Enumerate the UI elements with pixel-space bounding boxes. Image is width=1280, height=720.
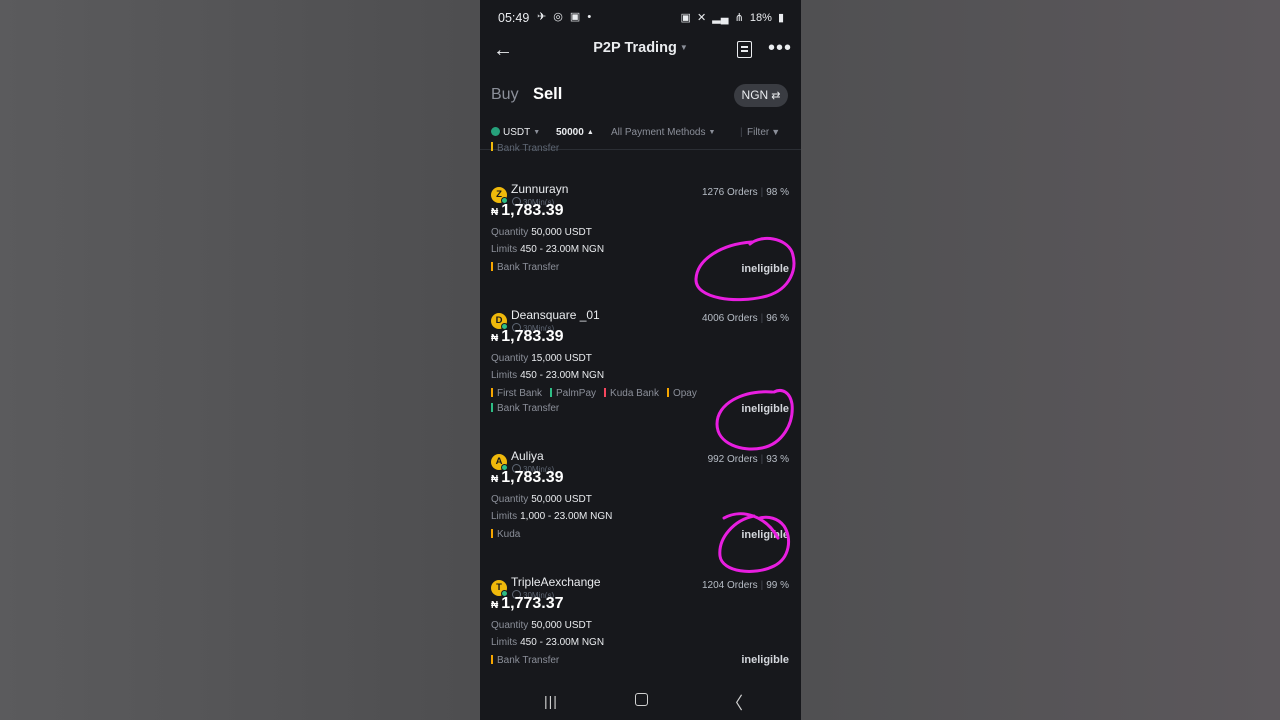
tab-buy[interactable]: Buy: [491, 86, 519, 104]
merchant-avatar[interactable]: T: [491, 580, 508, 597]
ineligible-label[interactable]: ineligible: [741, 403, 789, 415]
ad-card[interactable]: Z Zunnurayn 30Min(s) 1276 Orders | 98 % ₦ 1,783…: [480, 180, 801, 290]
ad-card[interactable]: T TripleAexchange 30Min(s) 1204 Orders | 99 %…: [480, 573, 801, 683]
notification-icons: ✈ ◎ ▣ •: [537, 11, 594, 23]
merchant-name[interactable]: TripleAexchange: [511, 575, 601, 589]
signal-icon: ▂▄: [712, 12, 729, 24]
payment-methods: Bank Transfer: [491, 260, 721, 275]
merchant-name[interactable]: Auliya: [511, 449, 544, 463]
top-bar: ← P2P Trading ▼ •••: [480, 36, 801, 66]
merchant-stats: 1276 Orders | 98 %: [702, 187, 789, 198]
more-options-icon[interactable]: •••: [768, 36, 792, 60]
payment-methods: First Bank PalmPay Kuda Bank Opay Bank Trans…: [491, 386, 721, 416]
battery-icon: ▮: [777, 12, 784, 24]
ad-limits: Limits 1,000 - 23.00M NGN: [491, 511, 613, 522]
ad-price: ₦ 1,783.39: [491, 202, 564, 219]
status-bar: 05:49 ✈ ◎ ▣ • ▣ ✕ ▂▄ ⋔ 18% ▮: [480, 0, 801, 36]
mute-icon: ✕: [696, 12, 707, 24]
recent-apps-icon[interactable]: |||: [544, 693, 558, 709]
ad-card[interactable]: A Auliya 30Min(s) 992 Orders | 93 % ₦ 1,783.39 Q…: [480, 447, 801, 557]
ad-price: ₦ 1,783.39: [491, 328, 564, 345]
merchant-stats: 4006 Orders | 96 %: [702, 313, 789, 324]
ad-quantity: Quantity 50,000 USDT: [491, 620, 592, 631]
payment-methods: Kuda: [491, 527, 721, 542]
android-navigation-bar: ||| 〈: [480, 680, 801, 720]
filter-divider: |: [740, 127, 743, 138]
usdt-icon: [491, 127, 500, 136]
lock-icon: ▣: [680, 12, 691, 24]
orders-document-icon[interactable]: [737, 41, 752, 58]
battery-level: 18%: [749, 12, 772, 24]
amount-selector[interactable]: 50000 ▲: [556, 127, 594, 138]
merchant-name[interactable]: Deansquare _01: [511, 308, 600, 322]
system-icons: ▣ ✕ ▂▄ ⋔ 18% ▮: [677, 11, 784, 24]
ineligible-label[interactable]: ineligible: [741, 654, 789, 666]
trade-tabs: Buy Sell NGN ⇄: [480, 84, 801, 108]
merchant-avatar[interactable]: Z: [491, 187, 508, 204]
payment-method-selector[interactable]: All Payment Methods ▼: [611, 127, 715, 138]
funnel-icon: ▼: [771, 127, 781, 137]
ad-limits: Limits 450 - 23.00M NGN: [491, 370, 605, 381]
home-icon[interactable]: [635, 693, 648, 706]
ad-limits: Limits 450 - 23.00M NGN: [491, 637, 605, 648]
payment-method-tag: Kuda: [491, 527, 520, 542]
payment-method-tag: Bank Transfer: [491, 401, 559, 416]
caret-down-icon: ▼: [679, 43, 688, 52]
payment-method-tag: Opay: [666, 386, 697, 401]
payment-method-tag: PalmPay: [550, 386, 596, 401]
ad-price: ₦ 1,773.37: [491, 595, 564, 612]
ad-price: ₦ 1,783.39: [491, 469, 564, 486]
coin-selector[interactable]: USDT ▼: [491, 127, 540, 138]
filter-bar: USDT ▼ 50000 ▲ All Payment Methods ▼ | Filt…: [480, 124, 801, 144]
payment-methods: Bank Transfer: [491, 653, 721, 668]
ad-quantity: Quantity 50,000 USDT: [491, 494, 592, 505]
page-title[interactable]: P2P Trading ▼: [480, 40, 801, 56]
merchant-stats: 1204 Orders | 99 %: [702, 580, 789, 591]
wifi-icon: ⋔: [734, 12, 744, 24]
phone-screen: 05:49 ✈ ◎ ▣ • ▣ ✕ ▂▄ ⋔ 18% ▮ ← P2P Tradi…: [480, 0, 801, 720]
ad-limits: Limits 450 - 23.00M NGN: [491, 244, 605, 255]
status-time: 05:49: [498, 11, 530, 25]
payment-method-tag: Kuda Bank: [604, 386, 659, 401]
payment-method-tag: First Bank: [491, 386, 542, 401]
ineligible-label[interactable]: ineligible: [741, 529, 789, 541]
payment-method-tag: Bank Transfer: [491, 653, 559, 668]
ad-quantity: Quantity 50,000 USDT: [491, 227, 592, 238]
ineligible-label[interactable]: ineligible: [741, 263, 789, 275]
swap-icon: ⇄: [771, 90, 781, 102]
ad-card[interactable]: D Deansquare _01 30Min(s) 4006 Orders | 96 % ₦…: [480, 306, 801, 416]
partial-payment-method: Bank Transfer: [491, 142, 559, 152]
tab-sell[interactable]: Sell: [533, 85, 562, 104]
merchant-avatar[interactable]: D: [491, 313, 508, 330]
payment-method-tag: Bank Transfer: [491, 260, 559, 275]
system-back-icon[interactable]: 〈: [726, 689, 743, 714]
merchant-name[interactable]: Zunnurayn: [511, 182, 568, 196]
filter-button[interactable]: Filter ▼: [747, 127, 780, 138]
merchant-stats: 992 Orders | 93 %: [707, 454, 789, 465]
merchant-avatar[interactable]: A: [491, 454, 508, 471]
ad-quantity: Quantity 15,000 USDT: [491, 353, 592, 364]
fiat-currency-button[interactable]: NGN ⇄: [734, 84, 788, 107]
